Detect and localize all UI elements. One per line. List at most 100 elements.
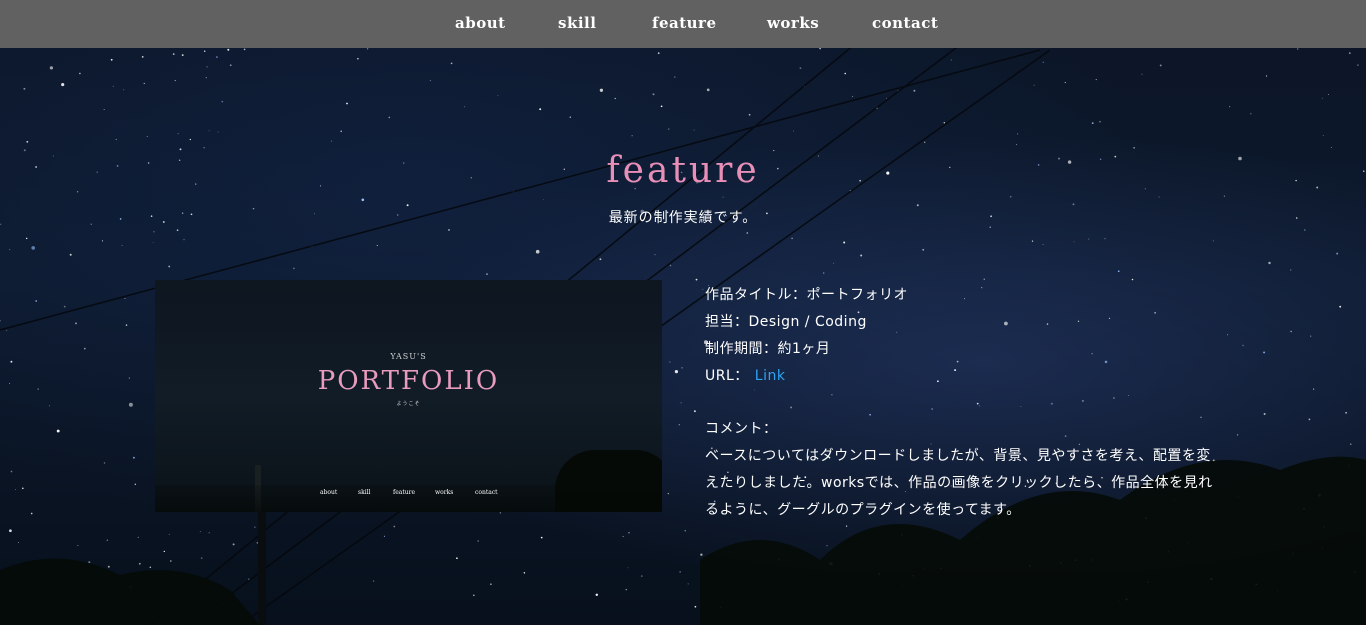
thumbnail-nav-feature: feature xyxy=(393,489,416,496)
comment-body: ベースについてはダウンロードしましたが、背景、見やすさを考え、配置を変えたりしま… xyxy=(705,448,1213,518)
thumbnail-nav-skill: skill xyxy=(358,489,371,496)
star xyxy=(293,267,295,270)
star xyxy=(1339,305,1342,308)
star xyxy=(174,80,176,82)
star xyxy=(128,377,131,379)
star xyxy=(652,93,655,96)
star xyxy=(950,59,952,61)
star xyxy=(200,557,203,559)
star xyxy=(657,52,660,55)
star xyxy=(1322,97,1324,99)
star xyxy=(660,105,663,108)
star xyxy=(15,489,16,491)
thumbnail-nav-contact: contact xyxy=(475,489,498,496)
star xyxy=(1297,48,1299,50)
star xyxy=(107,565,110,568)
star xyxy=(101,240,104,242)
star xyxy=(1099,121,1101,123)
star xyxy=(149,566,152,569)
star xyxy=(943,122,945,124)
star xyxy=(103,108,105,110)
star xyxy=(172,53,175,55)
star xyxy=(1064,81,1066,84)
star xyxy=(183,239,185,241)
star xyxy=(48,405,50,407)
star xyxy=(163,550,165,553)
star xyxy=(668,128,670,130)
star xyxy=(138,562,141,565)
star xyxy=(181,54,184,57)
star xyxy=(373,580,375,582)
star xyxy=(679,571,681,573)
star xyxy=(227,48,230,51)
star xyxy=(208,130,210,132)
star xyxy=(674,76,676,78)
star xyxy=(654,254,656,256)
star xyxy=(205,77,207,79)
star xyxy=(203,50,206,52)
work-period-line: 制作期間：約1ヶ月 xyxy=(705,341,831,357)
star xyxy=(599,258,602,261)
star xyxy=(31,246,36,250)
star xyxy=(75,322,77,325)
star xyxy=(56,429,60,433)
star xyxy=(1131,278,1134,281)
star xyxy=(35,300,38,302)
nav-item-contact[interactable]: contact xyxy=(872,14,938,32)
star xyxy=(1117,270,1120,273)
star xyxy=(748,113,751,116)
star xyxy=(125,324,128,326)
star xyxy=(463,106,465,108)
star xyxy=(913,89,916,92)
star xyxy=(221,100,224,103)
star xyxy=(340,130,342,133)
star xyxy=(23,87,26,90)
url-label: URL： xyxy=(705,368,749,384)
star xyxy=(694,605,697,608)
star xyxy=(822,272,825,274)
nav-item-about[interactable]: about xyxy=(455,14,506,32)
top-navigation-bar: about skill feature works contact xyxy=(0,0,1366,48)
star xyxy=(1031,240,1034,242)
star xyxy=(10,470,13,473)
star xyxy=(1212,240,1214,242)
star xyxy=(1227,334,1228,336)
star xyxy=(540,536,543,539)
star xyxy=(799,67,802,69)
star xyxy=(1016,144,1018,146)
star xyxy=(490,583,492,586)
star xyxy=(916,204,919,207)
star xyxy=(722,196,724,198)
star xyxy=(1308,418,1311,421)
thumbnail-nav-about: about xyxy=(320,489,338,496)
star xyxy=(843,241,846,244)
star xyxy=(132,456,135,459)
nav-item-feature[interactable]: feature xyxy=(652,14,717,32)
star xyxy=(1304,229,1306,231)
star xyxy=(406,204,409,207)
star xyxy=(199,531,201,533)
star xyxy=(128,402,133,407)
star xyxy=(232,543,235,546)
nav-item-skill[interactable]: skill xyxy=(558,14,596,32)
portfolio-thumbnail[interactable]: YASU'S PORTFOLIO ようこそ about skill featur… xyxy=(155,280,662,512)
star xyxy=(49,66,54,70)
star xyxy=(667,492,669,495)
star xyxy=(254,526,256,528)
star xyxy=(678,424,680,426)
url-link[interactable]: Link xyxy=(755,368,786,384)
thumbnail-small-caption: YASU'S xyxy=(390,352,427,361)
nav-item-works[interactable]: works xyxy=(767,14,819,32)
star xyxy=(706,88,710,92)
star xyxy=(9,382,11,384)
star xyxy=(168,265,171,268)
star xyxy=(146,135,148,138)
star xyxy=(922,248,925,251)
star xyxy=(1263,413,1266,415)
star xyxy=(1265,75,1268,77)
star xyxy=(1348,52,1351,54)
star xyxy=(456,557,458,560)
star xyxy=(388,116,391,119)
star xyxy=(26,140,29,143)
star xyxy=(141,56,144,58)
